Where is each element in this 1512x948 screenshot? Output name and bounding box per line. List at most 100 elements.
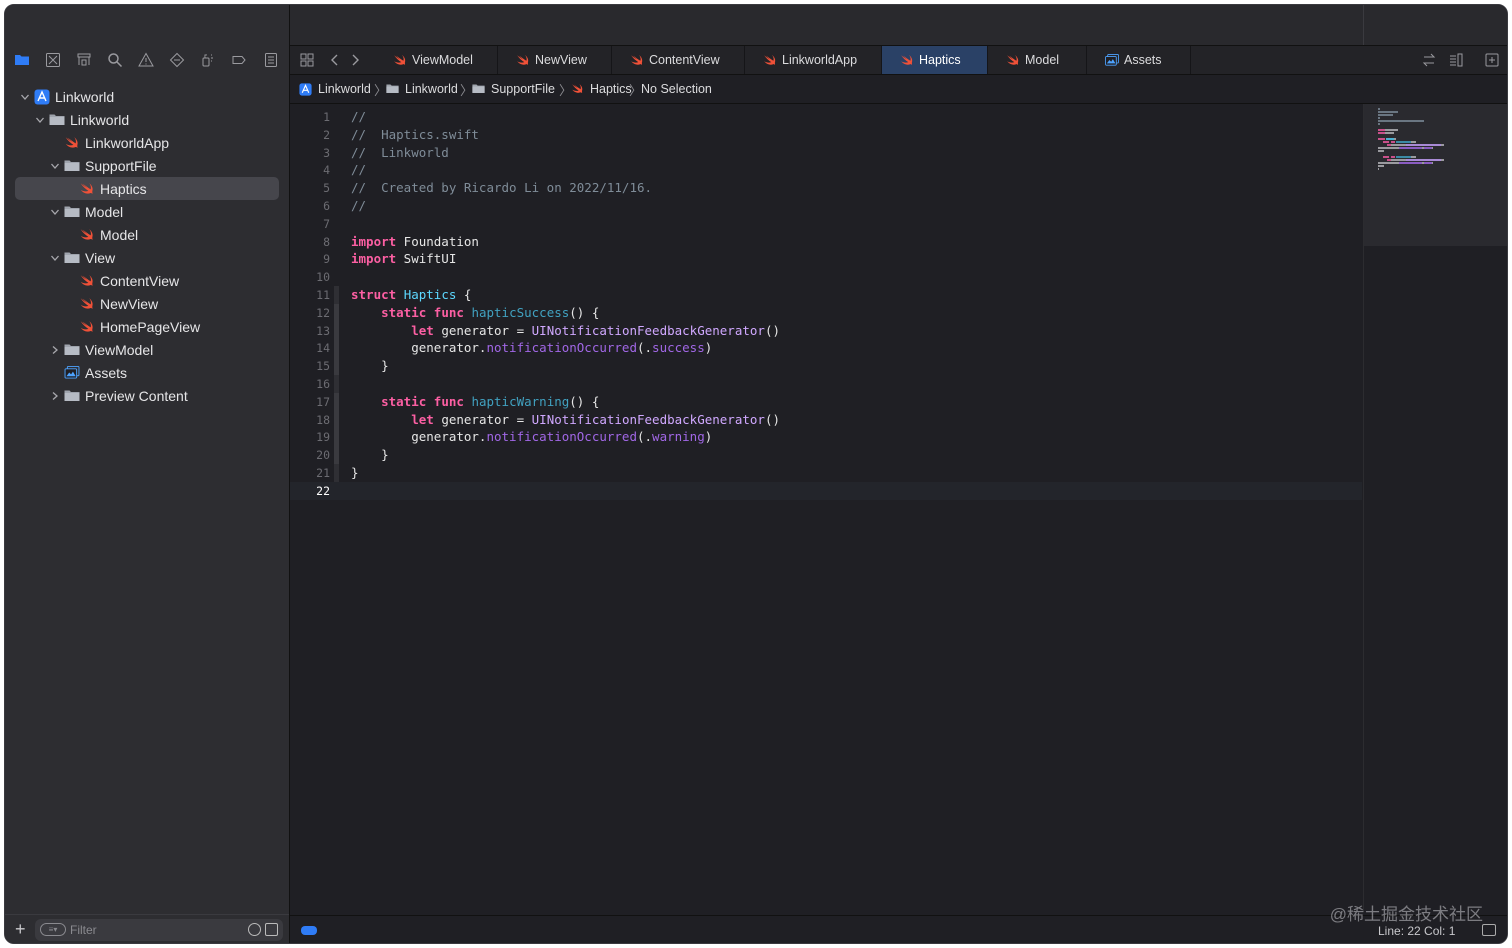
code-line[interactable]: 3 // Linkworld [290, 144, 1362, 162]
symbol-navigator-icon[interactable] [73, 49, 95, 71]
minimap-visible-region[interactable] [1364, 104, 1507, 246]
warning-icon[interactable] [135, 49, 157, 71]
chevron-right-icon[interactable] [49, 390, 61, 402]
code-line[interactable]: 21} [290, 464, 1362, 482]
swift-file-icon [79, 228, 95, 242]
tree-item-label: Assets [85, 364, 128, 381]
code-line[interactable]: 16 [290, 375, 1362, 393]
breadcrumb-item[interactable]: Haptics [590, 82, 632, 96]
minimap-line [1390, 159, 1406, 161]
tree-item-linkworldapp[interactable]: LinkworldApp [5, 131, 289, 154]
code-token: ) [704, 340, 713, 356]
code-line[interactable]: 14 generator.notificationOccurred(.succe… [290, 339, 1362, 357]
debug-spray-icon[interactable] [197, 49, 219, 71]
tab-haptics[interactable]: Haptics [882, 46, 988, 74]
breadcrumb-item[interactable]: Linkworld [405, 82, 458, 96]
code-token: () [764, 411, 780, 427]
tab-assets[interactable]: Assets [1087, 46, 1191, 74]
tree-item-contentview[interactable]: ContentView [5, 269, 289, 292]
breadcrumb-item[interactable]: No Selection [641, 82, 712, 96]
code-line[interactable]: 18 let generator = UINotificationFeedbac… [290, 411, 1362, 429]
code-line[interactable]: 1 // [290, 108, 1362, 126]
tree-item-linkworld[interactable]: Linkworld [5, 85, 289, 108]
swap-arrows-icon[interactable] [1420, 51, 1438, 69]
chevron-down-icon[interactable] [19, 91, 31, 103]
chevron-right-icon[interactable] [49, 344, 61, 356]
breakpoint-icon[interactable] [228, 49, 250, 71]
tree-item-label: Linkworld [55, 88, 115, 105]
line-number: 1 [323, 110, 330, 124]
add-icon[interactable]: + [15, 920, 31, 938]
tab-label: Assets [1124, 53, 1162, 67]
code-line[interactable]: 19 generator.notificationOccurred(.warni… [290, 428, 1362, 446]
chevron-down-icon[interactable] [49, 206, 61, 218]
code-line[interactable]: 11 struct Haptics { [290, 286, 1362, 304]
code-folding-ribbon[interactable] [334, 303, 339, 375]
tree-item-assets[interactable]: Assets [5, 361, 289, 384]
back-chevron-icon[interactable] [326, 51, 344, 69]
minimap-line [1432, 162, 1434, 164]
code-folding-ribbon[interactable] [334, 392, 339, 464]
forward-chevron-icon[interactable] [346, 51, 364, 69]
tab-linkworldapp[interactable]: LinkworldApp [745, 46, 882, 74]
code-line[interactable]: 13 let generator = UINotificationFeedbac… [290, 322, 1362, 340]
code-line[interactable]: 5 // Created by Ricardo Li on 2022/11/16. [290, 179, 1362, 197]
add-editor-icon[interactable] [1483, 51, 1501, 69]
tree-item-homepageview[interactable]: HomePageView [5, 315, 289, 338]
code-line[interactable]: 12 static func hapticSuccess() { [290, 304, 1362, 322]
code-token: import [351, 251, 397, 267]
tree-item-haptics[interactable]: Haptics [15, 177, 279, 200]
tree-item-view[interactable]: View [5, 246, 289, 269]
tab-contentview[interactable]: ContentView [612, 46, 745, 74]
search-icon[interactable] [104, 49, 126, 71]
tab-model[interactable]: Model [988, 46, 1087, 74]
tab-newview[interactable]: NewView [498, 46, 612, 74]
tree-item-model[interactable]: Model [5, 200, 289, 223]
tree-item-newview[interactable]: NewView [5, 292, 289, 315]
tree-item-viewmodel[interactable]: ViewModel [5, 338, 289, 361]
tree-item-model[interactable]: Model [5, 223, 289, 246]
code-token: } [351, 447, 389, 463]
tree-item-label: Haptics [100, 180, 147, 197]
minimap[interactable] [1363, 104, 1507, 912]
chevron-down-icon[interactable] [49, 252, 61, 264]
folder-icon[interactable] [11, 49, 33, 71]
test-diamond-icon[interactable] [166, 49, 188, 71]
code-line[interactable]: 20 } [290, 446, 1362, 464]
tree-item-supportfile[interactable]: SupportFile [5, 154, 289, 177]
code-text: } [351, 358, 389, 373]
minimap-line [1378, 123, 1381, 125]
panel-toggle-icon[interactable] [1482, 924, 1496, 936]
source-control-filter-icon[interactable] [265, 923, 278, 936]
code-line[interactable]: 2 // Haptics.swift [290, 126, 1362, 144]
filter-options-icon[interactable]: ≡▾ [40, 923, 66, 936]
tab-viewmodel[interactable]: ViewModel [375, 46, 498, 74]
breadcrumb-item[interactable]: Linkworld [318, 82, 371, 96]
editor-options-icon[interactable] [1447, 51, 1465, 69]
code-line[interactable]: 15 } [290, 357, 1362, 375]
tree-item-label: Preview Content [85, 387, 188, 404]
code-line[interactable]: 8 import Foundation [290, 233, 1362, 251]
code-line[interactable]: 10 [290, 268, 1362, 286]
code-line[interactable]: 9 import SwiftUI [290, 250, 1362, 268]
code-line[interactable]: 6 // [290, 197, 1362, 215]
swift-file-icon [763, 54, 777, 66]
report-icon[interactable] [260, 49, 282, 71]
chevron-down-icon[interactable] [49, 160, 61, 172]
chevron-down-icon[interactable] [34, 114, 46, 126]
code-line[interactable]: 4 // [290, 161, 1362, 179]
code-line[interactable]: 7 [290, 215, 1362, 233]
grid-icon[interactable] [298, 51, 316, 69]
code-line[interactable]: 17 static func hapticWarning() { [290, 393, 1362, 411]
debug-area-indicator[interactable] [301, 926, 317, 935]
code-line[interactable]: 22 [290, 481, 1362, 500]
minimap-line [1378, 111, 1398, 113]
filter-input[interactable]: ≡▾ Filter [35, 919, 283, 941]
recent-files-icon[interactable] [248, 923, 261, 936]
tree-item-preview-content[interactable]: Preview Content [5, 384, 289, 407]
source-control-icon[interactable] [42, 49, 64, 71]
breadcrumb-item[interactable]: SupportFile [491, 82, 555, 96]
source-editor[interactable]: 1 // 2 // Haptics.swift 3 // Linkworld 4 // 5 // … [290, 104, 1362, 912]
tree-item-linkworld[interactable]: Linkworld [5, 108, 289, 131]
